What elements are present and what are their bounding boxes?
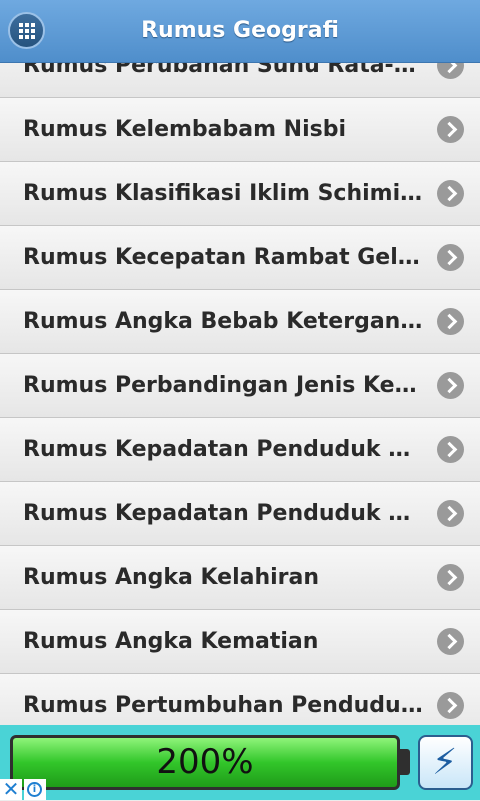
list-item[interactable]: Rumus Kepadatan Penduduk Aritm...	[0, 417, 480, 481]
list-item[interactable]: Rumus Angka Kelahiran	[0, 545, 480, 609]
page-title: Rumus Geografi	[141, 18, 339, 43]
battery-graphic: 200%	[10, 735, 400, 790]
list-item[interactable]: Rumus Kelembabam Nisbi	[0, 97, 480, 161]
formula-list: Rumus Perubahan Suhu Rata-Rata ... Rumus…	[0, 33, 480, 737]
chevron-right-icon	[437, 308, 464, 335]
chevron-right-icon	[437, 692, 464, 719]
chevron-right-icon	[437, 244, 464, 271]
app-header: Rumus Geografi	[0, 0, 480, 63]
chevron-right-icon	[437, 436, 464, 463]
list-item-label: Rumus Perbandingan Jenis Kelami...	[23, 373, 423, 398]
chevron-right-icon	[437, 628, 464, 655]
info-icon[interactable]: i	[24, 779, 46, 800]
list-item-label: Rumus Angka Kematian	[23, 629, 319, 654]
ad-banner[interactable]: 200% ⚡	[0, 725, 480, 800]
chevron-right-icon	[437, 564, 464, 591]
chevron-right-icon	[437, 116, 464, 143]
list-item[interactable]: Rumus Kepadatan Penduduk Agraris	[0, 481, 480, 545]
list-item-label: Rumus Angka Bebab Ketergantung...	[23, 309, 423, 334]
battery-percent: 200%	[156, 742, 254, 782]
battery-app-icon: ⚡	[418, 735, 473, 790]
list-item[interactable]: Rumus Angka Bebab Ketergantung...	[0, 289, 480, 353]
list-item[interactable]: Rumus Klasifikasi Iklim Schimidt F...	[0, 161, 480, 225]
chevron-right-icon	[437, 372, 464, 399]
list-item-label: Rumus Kecepatan Rambat Gelomb...	[23, 245, 423, 270]
list-item[interactable]: Rumus Perbandingan Jenis Kelami...	[0, 353, 480, 417]
battery-tip	[400, 749, 410, 775]
list-item-label: Rumus Kelembabam Nisbi	[23, 117, 347, 142]
list-item[interactable]: Rumus Angka Kematian	[0, 609, 480, 673]
close-icon[interactable]: ✕	[0, 779, 22, 800]
chevron-right-icon	[437, 500, 464, 527]
list-item-label: Rumus Kepadatan Penduduk Aritm...	[23, 437, 423, 462]
chevron-right-icon	[437, 180, 464, 207]
list-item-label: Rumus Kepadatan Penduduk Agraris	[23, 501, 423, 526]
list-item-label: Rumus Klasifikasi Iklim Schimidt F...	[23, 181, 423, 206]
list-item[interactable]: Rumus Kecepatan Rambat Gelomb...	[0, 225, 480, 289]
list-item-label: Rumus Angka Kelahiran	[23, 565, 320, 590]
